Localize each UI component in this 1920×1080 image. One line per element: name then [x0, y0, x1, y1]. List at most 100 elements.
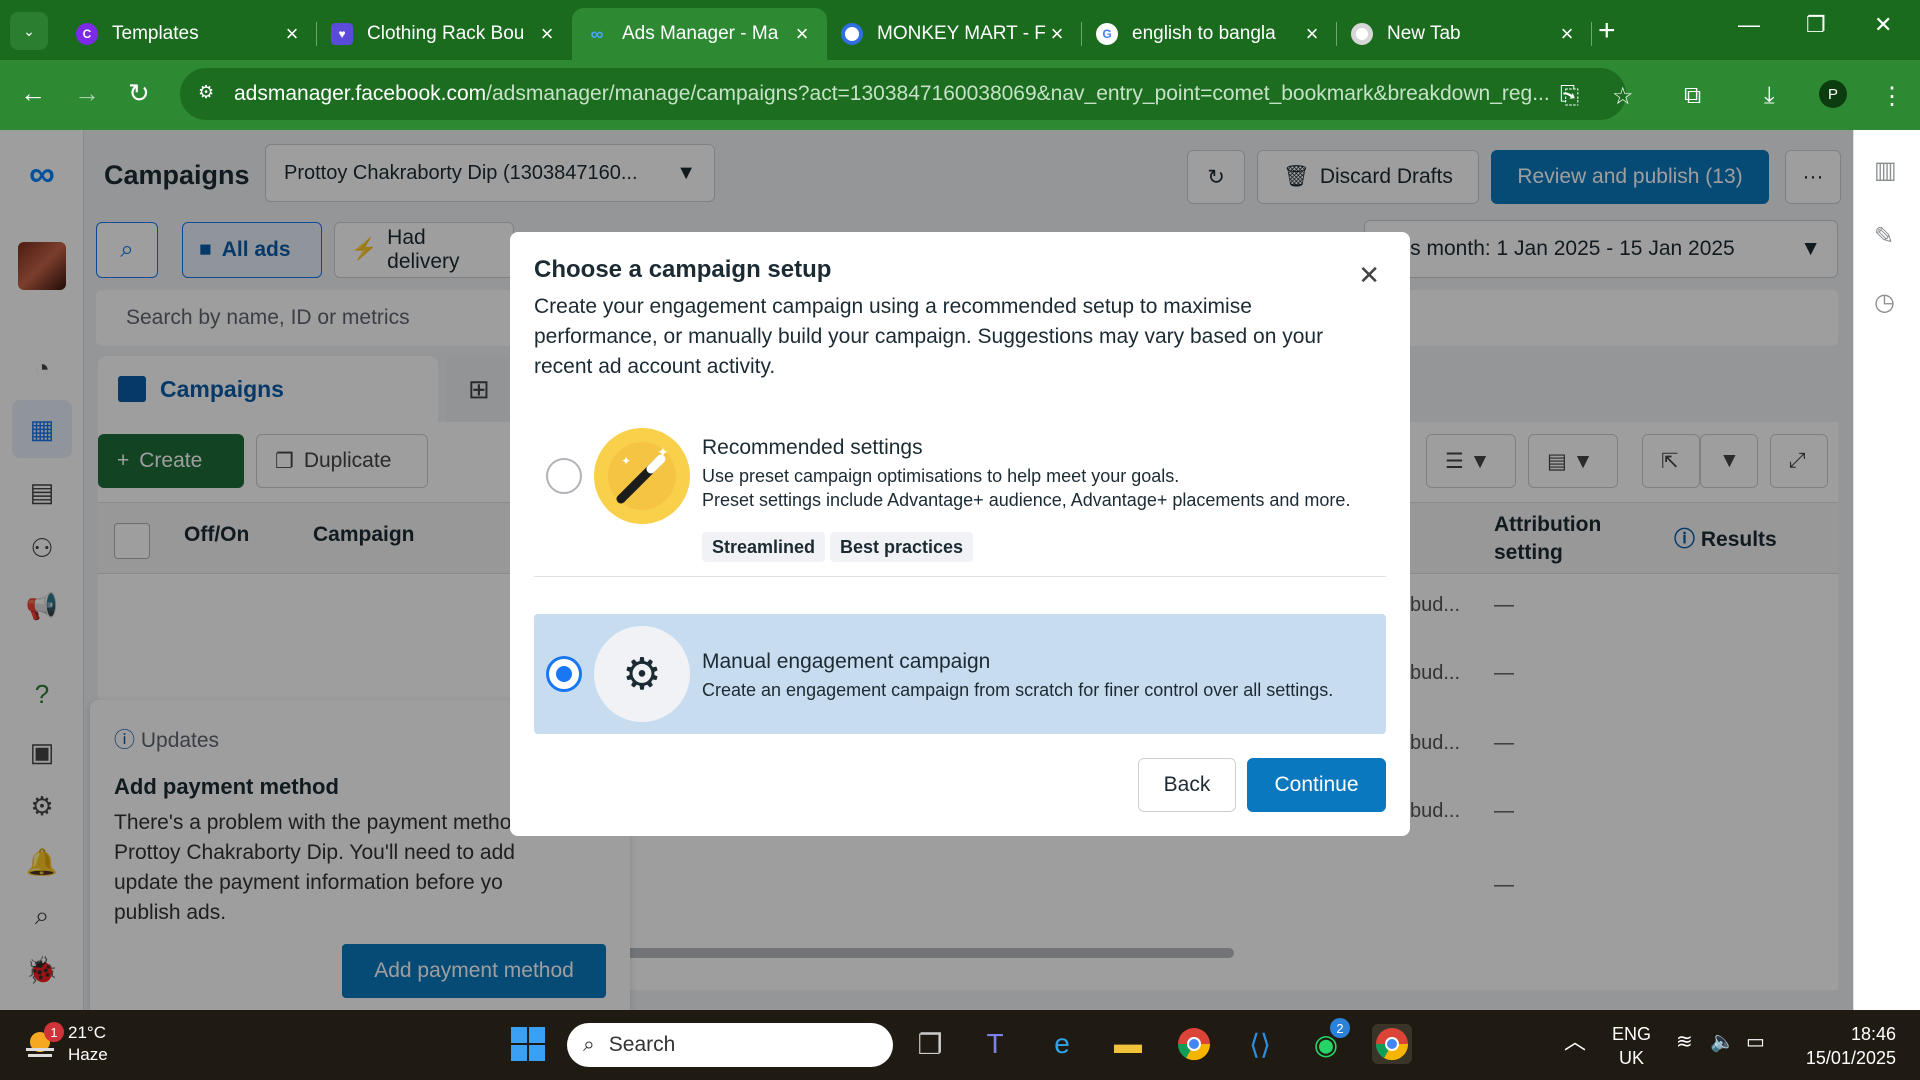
dialog-title: Choose a campaign setup [534, 256, 832, 283]
right-rail: ▥ ✎ ◷ [1853, 130, 1920, 1010]
dialog-description-line: recent ad account activity. [534, 355, 776, 378]
dialog-description-line: Create your engagement campaign using a … [534, 295, 1252, 318]
language-region: UK [1619, 1048, 1645, 1068]
tab-title: Clothing Rack Bou [367, 23, 525, 44]
weather-condition: Haze [68, 1045, 108, 1064]
browser-tab-templates[interactable]: C Templates × [62, 8, 317, 60]
close-tab-icon[interactable]: × [281, 21, 303, 47]
back-arrow-icon[interactable]: ← [20, 78, 46, 109]
edit-pencil-icon[interactable]: ✎ [1874, 222, 1894, 251]
teams-icon[interactable]: T [975, 1024, 1015, 1064]
tab-title: Templates [112, 23, 199, 44]
whatsapp-icon[interactable]: ◉ 2 [1306, 1018, 1350, 1064]
chrome-icon[interactable] [1174, 1024, 1214, 1064]
browser-tab-monkey-mart[interactable]: MONKEY MART - F × [827, 8, 1082, 60]
option-title: Manual engagement campaign [702, 650, 991, 673]
browser-tab-ads-manager[interactable]: ∞ Ads Manager - Ma × [572, 8, 827, 60]
download-icon[interactable]: ⤓ [1764, 82, 1775, 110]
radio-recommended[interactable] [546, 458, 582, 494]
browser-tab-new-tab[interactable]: New Tab × [1337, 8, 1592, 60]
option-manual-campaign[interactable]: ⚙ Manual engagement campaign Create an e… [534, 614, 1386, 734]
battery-icon[interactable]: ▭ [1746, 1030, 1765, 1054]
back-button[interactable]: Back [1138, 758, 1236, 812]
windows-start-icon[interactable] [508, 1024, 548, 1064]
campaign-setup-dialog: Choose a campaign setup ✕ Create your en… [510, 232, 1410, 836]
browser-tab-translate[interactable]: G english to bangla × [1082, 8, 1337, 60]
dialog-description-line: performance, or manually build your camp… [534, 325, 1324, 348]
file-explorer-icon[interactable]: ▬ [1108, 1024, 1148, 1064]
url-path: /adsmanager/manage/campaigns?act=1303847… [486, 82, 1550, 105]
taskbar-search-label: Search [608, 1033, 676, 1056]
profile-avatar[interactable]: P [1819, 80, 1847, 108]
temperature: 21°C [68, 1023, 106, 1042]
divider [534, 576, 1386, 577]
chrome-active-icon[interactable] [1372, 1024, 1412, 1064]
extensions-icon[interactable]: ⧉ [1684, 82, 1701, 110]
tag-best-practices: Best practices [830, 532, 974, 562]
search-icon: ⌕ [583, 1033, 595, 1056]
notification-badge: 1 [44, 1022, 64, 1042]
option-description-line: Preset settings include Advantage+ audie… [702, 490, 1351, 510]
close-tab-icon[interactable]: × [1046, 21, 1068, 47]
meta-icon: ∞ [590, 23, 604, 44]
tag-streamlined: Streamlined [702, 532, 826, 562]
tab-strip: C Templates × ♥ Clothing Rack Bou × ∞ Ad… [62, 8, 1592, 60]
option-description: Create an engagement campaign from scrat… [702, 680, 1334, 700]
continue-button[interactable]: Continue [1247, 758, 1386, 812]
heart-icon: ♥ [331, 23, 353, 45]
new-tab-plus-icon[interactable]: + [1598, 14, 1616, 48]
reload-icon[interactable]: ↻ [128, 78, 150, 109]
vscode-icon[interactable]: ⟨⟩ [1240, 1024, 1280, 1064]
clock-time: 18:46 [1850, 1024, 1896, 1044]
tab-title: MONKEY MART - F [877, 23, 1046, 44]
site-settings-icon[interactable]: ⚙ [198, 82, 214, 103]
wifi-icon[interactable]: ≋ [1676, 1030, 1693, 1054]
history-clock-icon[interactable]: ◷ [1874, 288, 1895, 317]
close-tab-icon[interactable]: × [536, 21, 558, 47]
svg-text:✦: ✦ [621, 454, 631, 468]
google-icon: G [1096, 23, 1118, 45]
url-field[interactable]: ⚙ adsmanager.facebook.com/adsmanager/man… [180, 68, 1626, 120]
task-view-icon[interactable]: ❐ [910, 1024, 950, 1064]
browser-tab-bar: ⌄ C Templates × ♥ Clothing Rack Bou × ∞ … [0, 0, 1920, 60]
close-icon[interactable]: ✕ [1358, 260, 1380, 291]
windows-taskbar: 1 21°C Haze ⌕ Search ❐ T e ▬ ⟨⟩ ◉ 2 ︿ EN… [0, 1010, 1920, 1080]
tab-search-chevron-icon[interactable]: ⌄ [10, 12, 48, 50]
whatsapp-badge: 2 [1330, 1018, 1350, 1038]
chrome-icon [1351, 23, 1373, 45]
browser-tab-clothing[interactable]: ♥ Clothing Rack Bou × [317, 8, 572, 60]
edge-icon[interactable]: e [1042, 1024, 1082, 1064]
taskbar-search-box[interactable]: ⌕ Search [567, 1023, 893, 1067]
bookmark-star-icon[interactable]: ☆ [1612, 82, 1634, 111]
option-description: Use preset campaign optimisations to hel… [702, 464, 1350, 512]
install-app-icon[interactable]: ⎘ [1560, 82, 1579, 110]
dialog-description: Create your engagement campaign using a … [534, 292, 1354, 382]
weather-widget[interactable]: 1 21°C Haze [22, 1022, 108, 1066]
tab-title: english to bangla [1132, 23, 1276, 44]
close-tab-icon[interactable]: × [1556, 21, 1578, 47]
magic-wand-icon: ✦ ✦ [594, 428, 690, 524]
monkey-icon [841, 23, 863, 45]
restore-icon[interactable]: ❐ [1806, 12, 1826, 38]
show-hidden-icons-chevron-icon[interactable]: ︿ [1564, 1030, 1586, 1054]
option-title: Recommended settings [702, 436, 923, 459]
option-recommended-settings[interactable]: ✦ ✦ Recommended settings Use preset camp… [534, 412, 1386, 562]
radio-manual[interactable] [546, 656, 582, 692]
bar-chart-icon[interactable]: ▥ [1874, 156, 1897, 185]
option-description-line: Use preset campaign optimisations to hel… [702, 466, 1180, 486]
browser-menu-icon[interactable]: ⋮ [1880, 82, 1904, 111]
clock-date: 15/01/2025 [1805, 1048, 1896, 1068]
weather-haze-icon: 1 [22, 1022, 64, 1062]
close-tab-icon[interactable]: × [1301, 21, 1323, 47]
forward-arrow-icon[interactable]: → [74, 78, 100, 109]
clock[interactable]: 18:46 15/01/2025 [1796, 1022, 1896, 1070]
close-window-icon[interactable]: ✕ [1874, 12, 1892, 38]
minimize-icon[interactable]: — [1738, 12, 1760, 38]
address-bar-row: ← → ↻ ⚙ adsmanager.facebook.com/adsmanag… [0, 60, 1920, 130]
svg-text:✦: ✦ [657, 445, 669, 461]
language-indicator[interactable]: ENG UK [1612, 1022, 1651, 1070]
volume-icon[interactable]: 🔈 [1710, 1030, 1735, 1054]
canva-icon: C [76, 23, 98, 45]
tab-title: Ads Manager - Ma [622, 23, 779, 44]
close-tab-icon[interactable]: × [791, 21, 813, 47]
